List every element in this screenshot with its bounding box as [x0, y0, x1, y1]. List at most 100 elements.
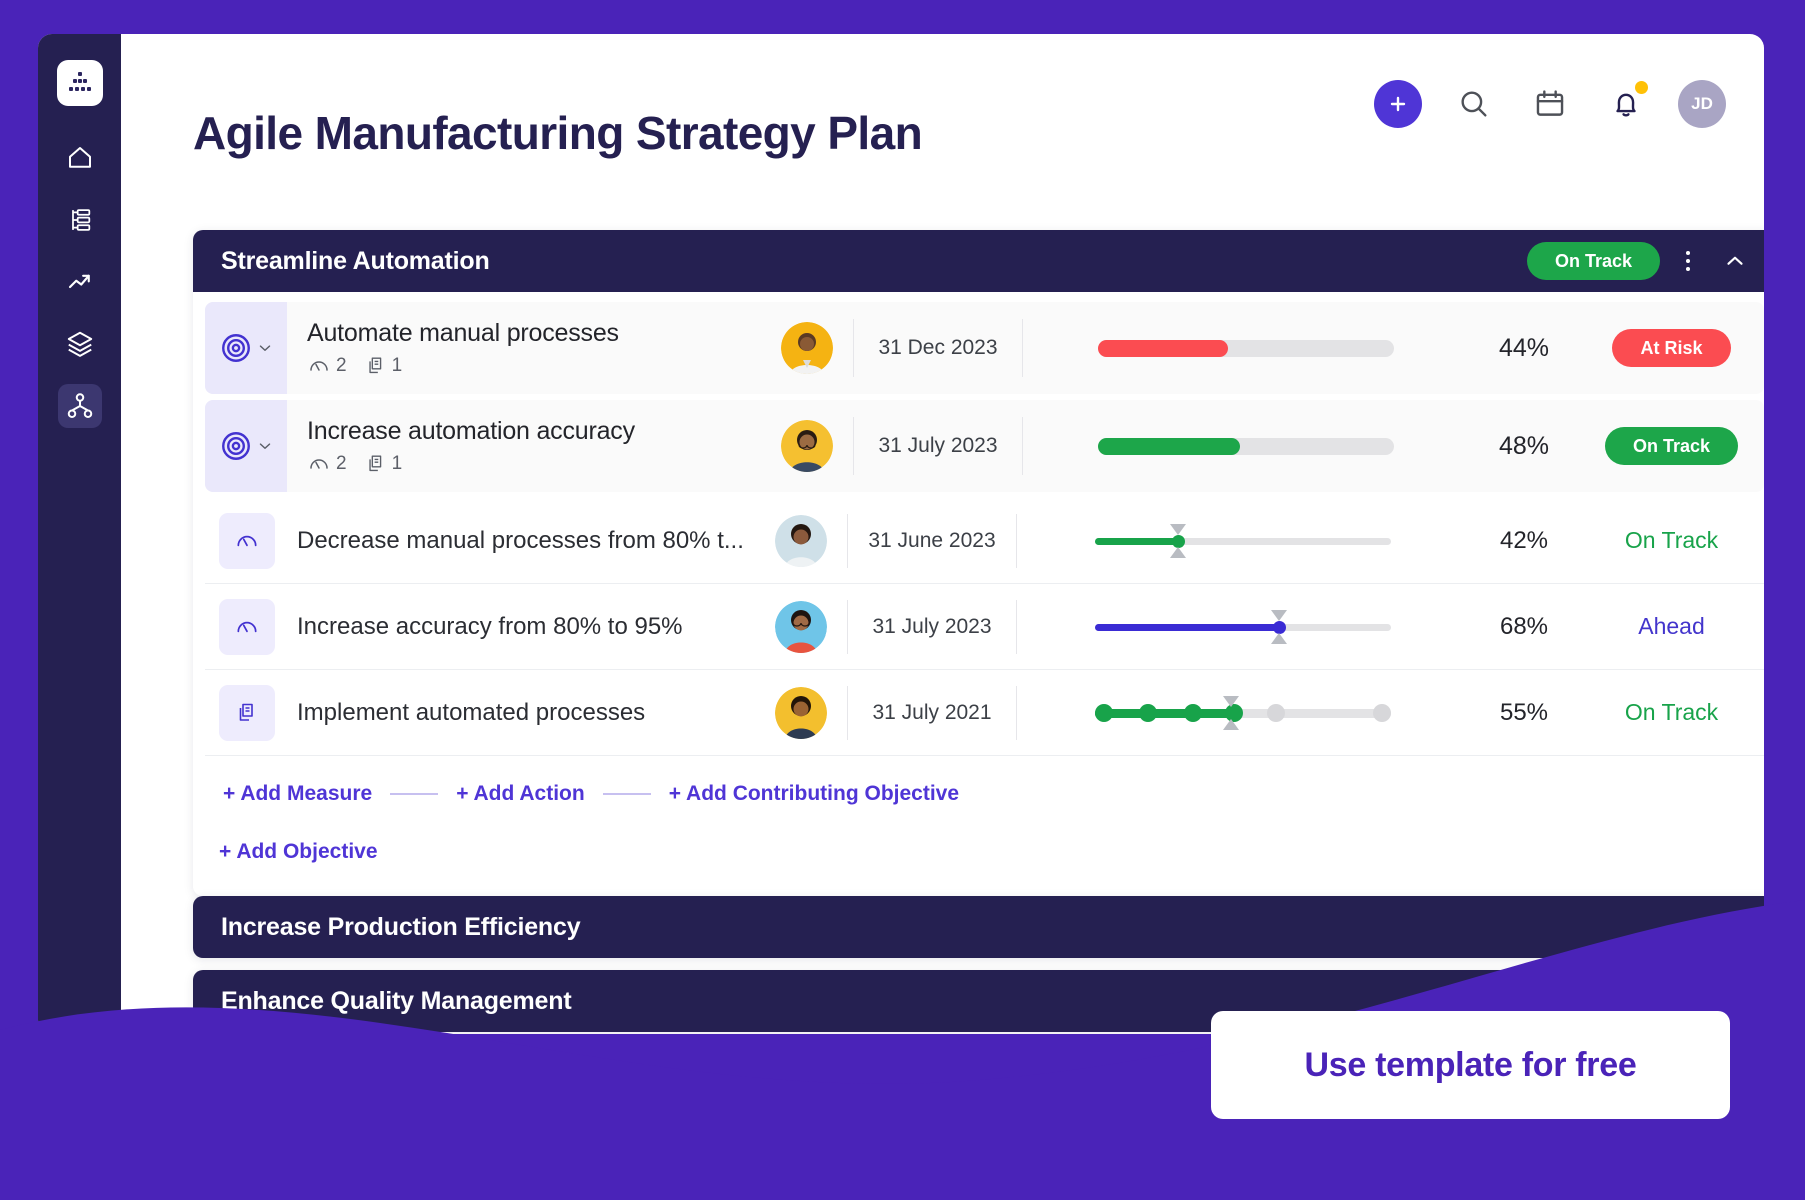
objective-row[interactable]: Increase automation accuracy 2 — [205, 400, 1764, 492]
action-percent: 55% — [1469, 699, 1579, 727]
use-template-button[interactable]: Use template for free — [1211, 1011, 1730, 1119]
measure-row[interactable]: Decrease manual processes from 80% t... … — [205, 498, 1764, 584]
measure-due-date: 31 July 2023 — [847, 600, 1017, 654]
objective-progress-cell — [1023, 340, 1469, 357]
progress-slider — [1095, 524, 1391, 558]
documents-icon — [365, 453, 387, 475]
milestone-dot[interactable] — [1095, 704, 1113, 722]
measures-count-chip: 2 — [307, 452, 347, 476]
owner-avatar-cell[interactable] — [755, 601, 847, 653]
measure-row[interactable]: Increase accuracy from 80% to 95% 31 Jul… — [205, 584, 1764, 670]
objective-card-increase-production-efficiency[interactable]: Increase Production Efficiency — [193, 896, 1764, 958]
milestone-dot[interactable] — [1373, 704, 1391, 722]
measure-status: On Track — [1579, 527, 1764, 554]
target-marker-up — [1223, 696, 1239, 707]
objective-icon-cell[interactable] — [205, 400, 287, 492]
card-header[interactable]: Streamline Automation On Track — [193, 230, 1764, 292]
link-separator — [390, 793, 438, 795]
measure-progress-cell[interactable] — [1017, 610, 1469, 644]
gauge-icon — [307, 452, 331, 476]
milestone-dot[interactable] — [1267, 704, 1285, 722]
header-actions: JD — [1374, 80, 1726, 128]
measure-status: Ahead — [1579, 613, 1764, 640]
objective-progress-cell — [1023, 438, 1469, 455]
chevron-down-icon — [256, 437, 274, 455]
action-row[interactable]: Implement automated processes 31 July 20… — [205, 670, 1764, 756]
user-avatar[interactable]: JD — [1678, 80, 1726, 128]
sidebar-item-strategy-map[interactable] — [58, 384, 102, 428]
measure-percent: 68% — [1469, 613, 1579, 641]
page-title: Agile Manufacturing Strategy Plan — [193, 106, 922, 160]
measures-count: 2 — [336, 453, 347, 475]
progress-bar-track — [1098, 340, 1394, 357]
search-button[interactable] — [1450, 80, 1498, 128]
card-body: Automate manual processes 2 — [193, 292, 1764, 896]
milestone-dot[interactable] — [1139, 704, 1157, 722]
target-marker-down — [1271, 633, 1287, 644]
sidebar-item-home[interactable] — [58, 136, 102, 180]
avatar — [775, 601, 827, 653]
card-title: Streamline Automation — [221, 247, 490, 276]
avatar — [781, 420, 833, 472]
owner-avatar-cell[interactable] — [761, 322, 853, 374]
action-status: On Track — [1579, 699, 1764, 726]
measure-title: Increase accuracy from 80% to 95% — [275, 613, 755, 641]
measures-list: Decrease manual processes from 80% t... … — [205, 498, 1764, 816]
progress-bar-fill — [1098, 340, 1228, 357]
gauge-icon — [234, 528, 260, 554]
objective-status-badge[interactable]: At Risk — [1612, 329, 1730, 367]
chevron-down-icon — [256, 339, 274, 357]
owner-avatar-cell[interactable] — [761, 420, 853, 472]
objective-title: Automate manual processes — [307, 319, 761, 348]
target-icon — [219, 331, 253, 365]
card-header[interactable]: Increase Production Efficiency — [193, 896, 1764, 958]
objective-row[interactable]: Automate manual processes 2 — [205, 302, 1764, 394]
objective-icon-cell[interactable] — [205, 302, 287, 394]
avatar — [781, 322, 833, 374]
action-title: Implement automated processes — [275, 699, 755, 727]
measure-percent: 42% — [1469, 527, 1579, 555]
card-status-badge[interactable]: On Track — [1527, 242, 1660, 280]
objective-due-date: 31 July 2023 — [853, 417, 1023, 475]
actions-count: 1 — [392, 355, 403, 377]
avatar — [775, 515, 827, 567]
add-action-link[interactable]: + Add Action — [456, 782, 585, 806]
owner-avatar-cell[interactable] — [755, 687, 847, 739]
kebab-menu-icon[interactable] — [1674, 242, 1702, 280]
target-icon — [219, 429, 253, 463]
progress-slider — [1095, 610, 1391, 644]
chevron-up-icon[interactable] — [1716, 248, 1754, 274]
add-button[interactable] — [1374, 80, 1422, 128]
add-contributing-objective-link[interactable]: + Add Contributing Objective — [669, 782, 959, 806]
sidebar-item-layers[interactable] — [58, 322, 102, 366]
measure-title: Decrease manual processes from 80% t... — [275, 527, 755, 555]
target-marker-up — [1170, 524, 1186, 535]
notification-badge-dot — [1635, 81, 1648, 94]
target-marker-up — [1271, 610, 1287, 621]
gauge-icon — [307, 354, 331, 378]
owner-avatar-cell[interactable] — [755, 515, 847, 567]
sidebar-item-plans[interactable] — [58, 198, 102, 242]
actions-count-chip: 1 — [365, 453, 403, 475]
dot-grid-logo-icon[interactable] — [57, 60, 103, 106]
target-marker-down — [1170, 547, 1186, 558]
objective-status-badge[interactable]: On Track — [1605, 427, 1738, 465]
add-objective-link[interactable]: + Add Objective — [219, 840, 378, 864]
actions-count: 1 — [392, 453, 403, 475]
objective-due-date: 31 Dec 2023 — [853, 319, 1023, 377]
objective-title: Increase automation accuracy — [307, 417, 761, 446]
measure-due-date: 31 June 2023 — [847, 514, 1017, 568]
actions-count-chip: 1 — [365, 355, 403, 377]
add-measure-link[interactable]: + Add Measure — [223, 782, 372, 806]
action-progress-cell[interactable] — [1017, 696, 1469, 730]
documents-icon — [235, 701, 259, 725]
milestone-dot[interactable] — [1184, 704, 1202, 722]
documents-icon — [365, 355, 387, 377]
measure-progress-cell[interactable] — [1017, 524, 1469, 558]
sidebar-item-reports[interactable] — [58, 260, 102, 304]
calendar-button[interactable] — [1526, 80, 1574, 128]
measure-icon-cell — [219, 599, 275, 655]
target-marker-down — [1223, 719, 1239, 730]
objective-percent: 48% — [1469, 432, 1579, 461]
notifications-button[interactable] — [1602, 80, 1650, 128]
